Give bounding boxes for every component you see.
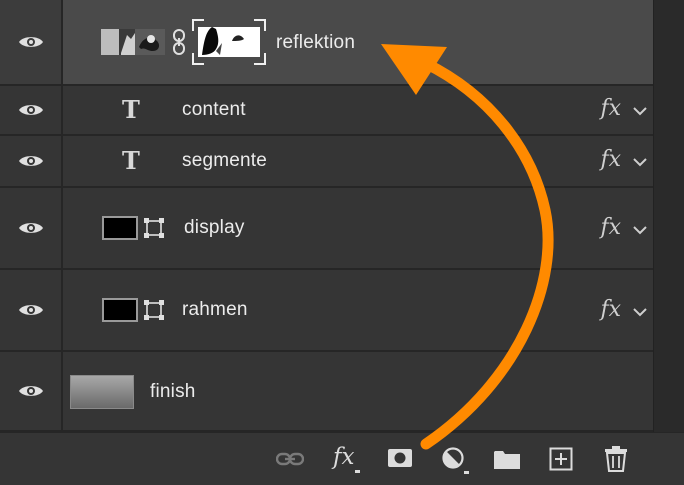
layers-footer-toolbar: fx [0,432,684,485]
layer-name[interactable]: finish [150,381,196,403]
chevron-down-icon[interactable] [631,156,649,168]
eye-icon[interactable] [18,220,44,236]
eye-icon[interactable] [18,34,44,50]
layer-row-display[interactable]: display fx [0,188,653,270]
layers-panel: reflektion T content fx T segmente fx di… [0,0,684,485]
visibility-toggle[interactable] [0,270,63,350]
text-layer-icon: T [122,95,140,124]
visibility-toggle[interactable] [0,86,63,134]
layer-thumbnail[interactable] [102,216,138,240]
layer-row-content[interactable]: T content fx [0,86,653,136]
gradient-thumbnail[interactable] [70,375,134,409]
visibility-toggle[interactable] [0,136,63,186]
adjustment-icon[interactable] [442,447,470,475]
visibility-toggle[interactable] [0,188,63,268]
eye-icon[interactable] [18,383,44,399]
chevron-down-icon[interactable] [631,306,649,318]
layer-name[interactable]: content [182,99,246,121]
shape-bounds-icon [144,218,164,238]
eye-icon[interactable] [18,102,44,118]
new-layer-icon[interactable] [549,447,573,471]
mask-icon[interactable] [387,448,413,468]
fx-icon[interactable]: fx [600,215,621,240]
scrollbar-track[interactable] [653,0,684,432]
fx-icon[interactable]: fx [333,444,354,470]
trash-icon[interactable] [604,446,628,472]
layer-name[interactable]: segmente [182,150,267,172]
layer-name[interactable]: rahmen [182,299,248,321]
layer-row-segmente[interactable]: T segmente fx [0,136,653,188]
fx-icon[interactable]: fx [600,96,621,121]
text-layer-icon: T [122,146,140,175]
chevron-down-icon[interactable] [631,224,649,236]
fx-dropdown-indicator [355,470,360,473]
eye-icon[interactable] [18,302,44,318]
layer-row-finish[interactable]: finish [0,352,653,432]
link-icon[interactable] [276,451,304,467]
chevron-down-icon[interactable] [631,105,649,117]
folder-icon[interactable] [493,448,521,470]
smart-object-thumbnail[interactable] [101,29,165,55]
fx-icon[interactable]: fx [600,147,621,172]
shape-bounds-icon [144,300,164,320]
eye-icon[interactable] [18,153,44,169]
layer-row-reflektion[interactable]: reflektion [0,0,653,86]
layer-mask-thumbnail[interactable] [192,19,266,65]
fx-icon[interactable]: fx [600,297,621,322]
link-chain-icon[interactable] [172,29,186,55]
layer-name[interactable]: display [184,217,245,239]
visibility-toggle[interactable] [0,352,63,430]
layer-name[interactable]: reflektion [276,32,355,54]
visibility-toggle[interactable] [0,0,63,84]
layer-thumbnail[interactable] [102,298,138,322]
layer-row-rahmen[interactable]: rahmen fx [0,270,653,352]
